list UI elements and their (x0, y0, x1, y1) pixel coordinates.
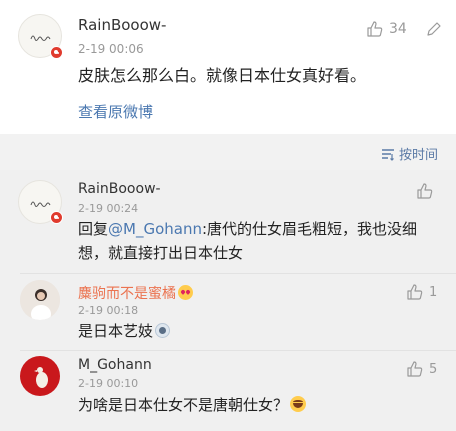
view-original-link[interactable]: 查看原微博 (78, 100, 153, 124)
bird-avatar-icon (20, 356, 60, 396)
reply-like-button[interactable] (416, 182, 434, 200)
sort-label: 按时间 (398, 148, 438, 163)
reply-username[interactable]: RainBooow- (78, 181, 161, 197)
reply-text-line2: 想，就直接打出日本仕女 (78, 244, 244, 262)
like-count: 34 (389, 21, 407, 37)
reply-like-button[interactable]: 5 (406, 360, 437, 378)
like-count: 5 (429, 361, 438, 377)
avatar[interactable] (20, 356, 60, 396)
thumbs-up-icon (417, 183, 433, 199)
reply-text-line1: :唐代的仕女眉毛粗短，我也没细 (201, 220, 418, 238)
reply-username[interactable]: 麋驹而不是蜜橘 (78, 283, 193, 303)
mention-link[interactable]: @M_Gohann (108, 220, 202, 238)
heart-eyes-emoji-icon (178, 285, 193, 300)
person-photo-icon (20, 280, 60, 320)
reply-text: 为啥是日本仕女不是唐朝仕女？ (78, 393, 307, 417)
reply-like-button[interactable]: 1 (406, 283, 437, 301)
reply-list: RainBooow- 2-19 00:24 回复@M_Gohann:唐代的仕女眉… (0, 170, 456, 431)
sort-lines-icon (381, 148, 394, 161)
thumbs-up-icon (407, 284, 423, 300)
reply-username[interactable]: M_Gohann (78, 357, 152, 373)
reply-timestamp: 2-19 00:18 (78, 304, 139, 317)
region-badge-icon (50, 46, 63, 59)
divider (20, 273, 456, 274)
region-badge-icon (50, 211, 63, 224)
thumbs-up-icon (407, 361, 423, 377)
reply-text: 回复@M_Gohann:唐代的仕女眉毛粗短，我也没细 想，就直接打出日本仕女 (78, 217, 438, 265)
sort-by-time-button[interactable]: 按时间 (381, 144, 438, 163)
reply-timestamp: 2-19 00:24 (78, 202, 139, 215)
like-button[interactable]: 34 (366, 20, 407, 38)
reply-timestamp: 2-19 00:10 (78, 377, 139, 390)
divider (20, 350, 456, 351)
reply-prefix: 回复 (78, 220, 109, 238)
like-count: 1 (429, 284, 438, 300)
reply-text: 是日本艺妓 (78, 319, 171, 343)
thumbs-up-icon (367, 21, 383, 37)
mask-emoji-icon (155, 323, 171, 338)
laughing-emoji-icon (290, 396, 307, 412)
timestamp: 2-19 00:06 (78, 42, 144, 56)
username[interactable]: RainBooow- (78, 16, 166, 34)
original-comment-card: RainBooow- 2-19 00:06 34 皮肤怎么那么白。就像日本仕女真… (0, 0, 456, 134)
avatar[interactable] (20, 280, 60, 320)
more-options-icon[interactable] (425, 20, 443, 42)
comment-text: 皮肤怎么那么白。就像日本仕女真好看。 (78, 66, 367, 85)
